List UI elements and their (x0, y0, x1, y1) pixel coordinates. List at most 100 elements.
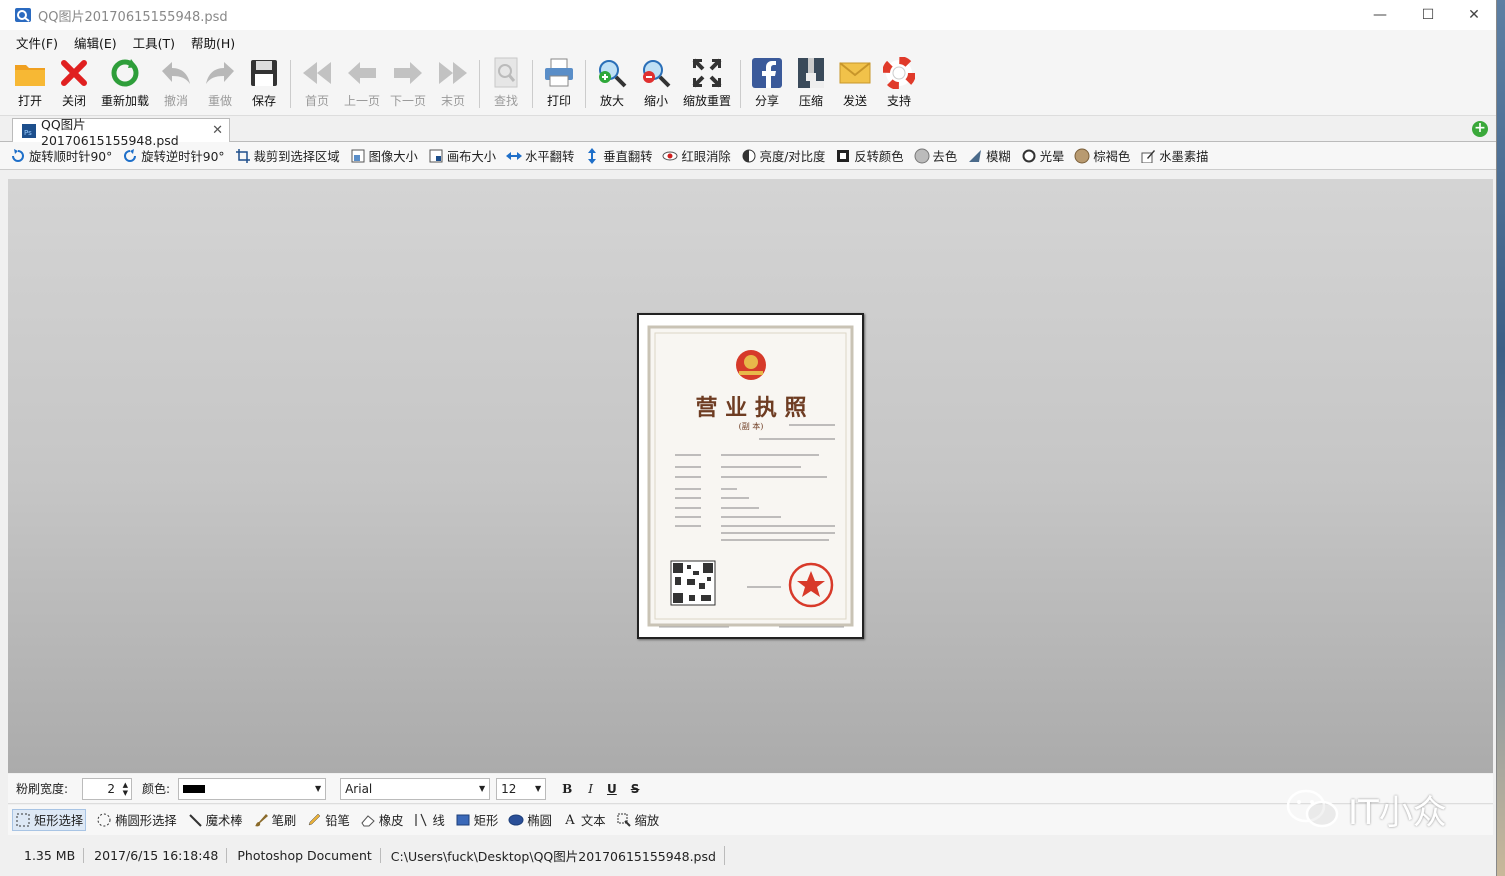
text-tool[interactable]: A 文本 (562, 811, 605, 829)
close-window-button[interactable]: ✕ (1451, 0, 1497, 30)
license-subheading: (副 本) (739, 421, 764, 431)
minimize-button[interactable]: — (1357, 0, 1403, 30)
print-button[interactable]: 打印 (537, 54, 581, 114)
open-button[interactable]: 打开 (8, 54, 52, 114)
menu-edit[interactable]: 编辑(E) (66, 33, 125, 52)
brush-icon (253, 812, 269, 828)
canvas-size-button[interactable]: 画布大小 (428, 147, 496, 165)
sepia-button[interactable]: 棕褐色 (1074, 147, 1130, 165)
magic-wand-icon (187, 812, 203, 828)
image-canvas[interactable]: 营 业 执 照 (副 本) (8, 179, 1493, 773)
brush-options-bar: 粉刷宽度: 2 ▲ ▼ 颜色: ▼ Arial ▼ 12 ▼ B I U S (8, 774, 1493, 804)
next-page-button[interactable]: 下一页 (385, 54, 431, 114)
menu-tools[interactable]: 工具(T) (125, 33, 183, 52)
line-tool[interactable]: 线 (413, 811, 445, 829)
share-button[interactable]: 分享 (745, 54, 789, 114)
flip-vertical-button[interactable]: 垂直翻转 (584, 147, 652, 165)
color-dropdown[interactable]: ▼ (178, 777, 327, 800)
tab-document[interactable]: Ps QQ图片20170615155948.psd ✕ (12, 117, 230, 148)
chevron-down-icon: ▼ (314, 783, 322, 793)
arrow-right-icon (391, 54, 425, 92)
magnifier-icon (616, 812, 632, 828)
find-button[interactable]: 查找 (484, 54, 528, 114)
first-page-button[interactable]: 首页 (295, 54, 339, 114)
text-a-icon: A (565, 812, 575, 828)
crop-icon (235, 148, 251, 164)
menu-file[interactable]: 文件(F) (8, 33, 66, 52)
blur-icon (967, 148, 983, 164)
sepia-icon (1074, 148, 1090, 164)
spinner-arrows-icon: ▲ ▼ (122, 780, 129, 797)
add-tab-button[interactable]: + (1472, 121, 1488, 137)
canvas-size-icon (428, 148, 444, 164)
desaturate-button[interactable]: 去色 (914, 147, 957, 165)
envelope-icon (838, 54, 872, 92)
drawing-tools-bar: 矩形选择 椭圆形选择 魔术棒 笔刷 铅笔 橡皮 线 矩形 椭圆 A 文本 缩放 (8, 805, 1493, 835)
brush-width-spinner[interactable]: 2 ▲ ▼ (82, 777, 133, 800)
color-swatch (183, 784, 206, 793)
main-toolbar: 打开 关闭 重新加载 撤消 重做 保存 首页 上一页 下一页 末页 查找 打印 … (0, 54, 1496, 116)
save-button[interactable]: 保存 (242, 54, 286, 114)
blur-button[interactable]: 模糊 (967, 147, 1011, 165)
flip-horizontal-button[interactable]: 水平翻转 (506, 147, 574, 165)
support-button[interactable]: 支持 (877, 54, 921, 114)
redo-button[interactable]: 重做 (198, 54, 242, 114)
separator (585, 60, 587, 108)
underline-button[interactable]: U (607, 782, 617, 796)
last-page-button[interactable]: 末页 (431, 54, 475, 114)
chevron-down-icon: ▼ (478, 783, 486, 793)
compress-button[interactable]: 压缩 (789, 54, 833, 114)
bold-button[interactable]: B (562, 782, 572, 796)
ellipse-icon (508, 812, 524, 828)
invert-icon (835, 148, 851, 164)
strikethrough-button[interactable]: S (631, 782, 640, 796)
crop-button[interactable]: 裁剪到选择区域 (235, 147, 340, 165)
brightness-contrast-button[interactable]: 亮度/对比度 (741, 147, 825, 165)
glow-button[interactable]: 光晕 (1021, 147, 1064, 165)
zoom-in-button[interactable]: 放大 (590, 54, 634, 114)
pencil-icon (306, 812, 322, 828)
close-button[interactable]: 关闭 (52, 54, 96, 114)
ellipse-tool[interactable]: 椭圆 (508, 811, 552, 829)
eraser-tool[interactable]: 橡皮 (360, 811, 403, 829)
status-file-size: 1.35 MB (16, 847, 85, 863)
image-size-icon (350, 148, 366, 164)
rect-select-tool[interactable]: 矩形选择 (12, 809, 87, 831)
lifebuoy-icon (882, 54, 916, 92)
font-size-dropdown[interactable]: 12 ▼ (496, 777, 547, 800)
tab-close-icon[interactable]: ✕ (212, 123, 223, 138)
separator (532, 60, 534, 108)
prev-page-button[interactable]: 上一页 (339, 54, 385, 114)
zoom-reset-button[interactable]: 缩放重置 (678, 54, 736, 114)
send-button[interactable]: 发送 (833, 54, 877, 114)
ellipse-select-icon (96, 812, 112, 828)
red-eye-button[interactable]: 红眼消除 (662, 147, 731, 165)
undo-button[interactable]: 撤消 (154, 54, 198, 114)
zoom-out-button[interactable]: 缩小 (634, 54, 678, 114)
ellipse-select-tool[interactable]: 椭圆形选择 (96, 811, 177, 829)
grey-circle-icon (914, 148, 930, 164)
status-bar: 1.35 MB 2017/6/15 16:18:48 Photoshop Doc… (8, 842, 1493, 868)
separator (479, 60, 481, 108)
rotate-ccw-button[interactable]: 旋转逆时针90° (122, 147, 225, 165)
menu-bar: 文件(F) 编辑(E) 工具(T) 帮助(H) (0, 30, 1496, 54)
brush-tool[interactable]: 笔刷 (253, 811, 296, 829)
image-toolbar: 旋转顺时针90° 旋转逆时针90° 裁剪到选择区域 图像大小 画布大小 水平翻转… (0, 142, 1496, 170)
rectangle-tool[interactable]: 矩形 (455, 811, 498, 829)
image-size-button[interactable]: 图像大小 (350, 147, 418, 165)
eraser-icon (360, 812, 376, 828)
italic-button[interactable]: I (588, 782, 593, 796)
zoom-in-icon (595, 54, 629, 92)
menu-help[interactable]: 帮助(H) (183, 33, 243, 52)
invert-colors-button[interactable]: 反转颜色 (835, 147, 904, 165)
reload-button[interactable]: 重新加载 (96, 54, 154, 114)
font-dropdown[interactable]: Arial ▼ (340, 777, 491, 800)
tab-label: QQ图片20170615155948.psd (41, 116, 179, 148)
rotate-cw-button[interactable]: 旋转顺时针90° (10, 147, 112, 165)
brush-width-label: 粉刷宽度: (16, 782, 69, 796)
zoom-tool[interactable]: 缩放 (616, 811, 659, 829)
maximize-button[interactable]: ☐ (1405, 0, 1451, 30)
ink-sketch-button[interactable]: 水墨素描 (1140, 147, 1208, 165)
magic-wand-tool[interactable]: 魔术棒 (187, 811, 243, 829)
pencil-tool[interactable]: 铅笔 (306, 811, 350, 829)
